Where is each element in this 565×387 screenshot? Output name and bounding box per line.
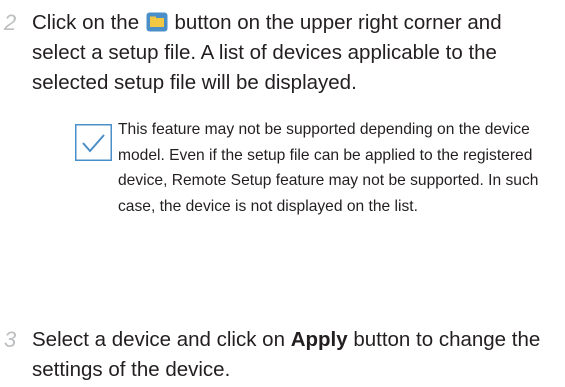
step-3-text-start: Select a device and click on (32, 328, 291, 351)
step-number: 2 (4, 10, 17, 35)
note-text: This feature may not be supported depend… (118, 121, 539, 215)
step-number: 3 (4, 327, 17, 352)
folder-icon (146, 11, 168, 32)
checkmark-icon (75, 124, 112, 161)
apply-button-label: Apply (290, 328, 348, 351)
step-2-text-start: Click on the (32, 11, 145, 34)
step-3-text: Select a device and click on Apply butto… (32, 325, 557, 385)
step-2-text: Click on the button on the upper right c… (32, 8, 557, 98)
